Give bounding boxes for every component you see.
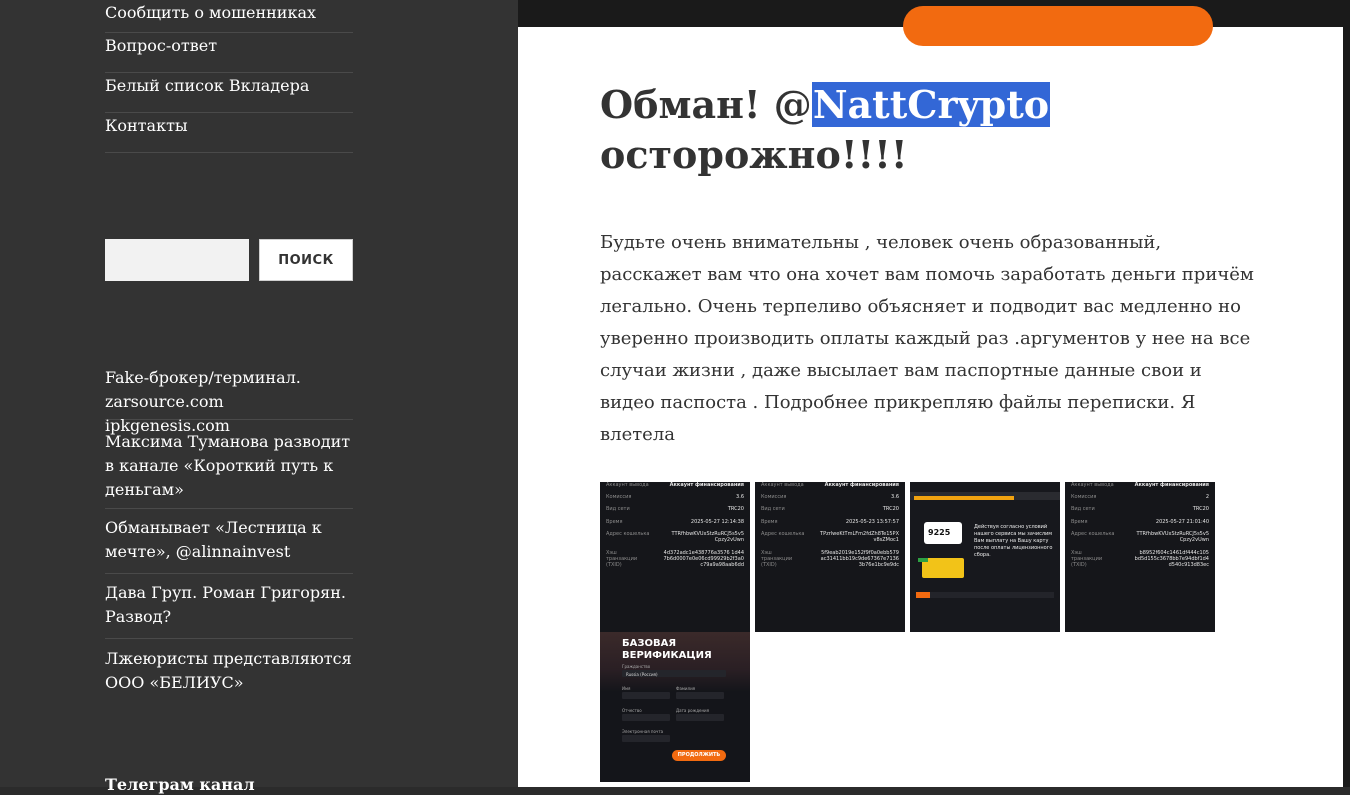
search-button[interactable]: ПОИСК: [259, 239, 353, 281]
receipt-label: Адрес кошелька: [606, 531, 650, 537]
birthdate-field: [676, 714, 724, 721]
receipt-value: TTRfhbwKVUxStzRuRCJ5s5v5 Cpzy2vUwn: [1136, 531, 1209, 543]
receipt-value: TRC20: [727, 506, 744, 512]
receipt-label: Время: [606, 519, 623, 525]
receipt-value: 5f9eab2019e152f9f0a0ebb579 ac31411bb19c9…: [820, 550, 899, 568]
payout-text: Действуя согласно условий нашего сервиса…: [974, 524, 1053, 558]
continue-button: ПРОДОЛЖИТЬ: [672, 750, 726, 761]
gallery-image-receipt-2[interactable]: Аккаунт вывода Аккаунт финансирования Ком…: [755, 482, 905, 632]
window-right-edge: [1343, 0, 1350, 787]
receipt-label: Время: [761, 519, 778, 525]
name-label: Имя: [622, 686, 631, 691]
receipt-value: b8952f604c1461df444c105 bd5d155c3678bb7e…: [1134, 550, 1209, 568]
receipt-label: Хэш транзакции (TXID): [606, 550, 638, 568]
search-input[interactable]: [105, 239, 249, 281]
sidebar: Сообщить о мошенниках Вопрос-ответ Белый…: [0, 0, 518, 794]
receipt-header-left: Аккаунт вывода: [606, 482, 649, 488]
menu-item-faq: Вопрос-ответ: [105, 33, 353, 73]
recent-post-item: Лжеюристы представляются ООО «БЕЛИУС»: [105, 639, 353, 703]
gallery-image-verification[interactable]: БАЗОВАЯ ВЕРИФИКАЦИЯ Гражданство Russia (…: [600, 632, 750, 782]
recent-post-item: Fake-брокер/терминал. zarsource.com ipkg…: [105, 366, 353, 435]
recent-post-link[interactable]: Максима Туманова разводит в канале «Коро…: [105, 420, 353, 502]
receipt-label: Адрес кошелька: [761, 531, 805, 537]
patronymic-field: [622, 714, 670, 721]
citizenship-value: Russia (Россия): [626, 672, 658, 677]
receipt-label: Комиссия: [606, 494, 632, 500]
warning-banner: [914, 496, 1014, 500]
menu-item-contacts: Контакты: [105, 113, 353, 153]
receipt-header-left: Аккаунт вывода: [761, 482, 804, 488]
telegram-widget-title: Телеграм канал: [105, 775, 255, 794]
recent-post-link[interactable]: Дава Груп. Роман Григорян. Развод?: [105, 574, 353, 629]
gallery-image-receipt-1[interactable]: Аккаунт вывода Аккаунт финансирования Ком…: [600, 482, 750, 632]
verification-title: БАЗОВАЯ ВЕРИФИКАЦИЯ: [622, 638, 712, 661]
receipt-label: Время: [1071, 519, 1088, 525]
sidebar-menu: Сообщить о мошенниках Вопрос-ответ Белый…: [105, 0, 353, 153]
recent-post-item: Дава Груп. Роман Григорян. Развод?: [105, 574, 353, 639]
article-title: Обман! @NattCrypto осторожно!!!!: [600, 80, 1200, 180]
birthdate-label: Дата рождения: [676, 708, 710, 713]
app-tab-active: [916, 592, 930, 598]
recent-post-link[interactable]: Обманывает «Лестница к мечте», @alinnain…: [105, 509, 353, 564]
surname-field: [676, 692, 724, 699]
recent-posts: Fake-брокер/терминал. zarsource.com ipkg…: [105, 366, 353, 703]
menu-link-report[interactable]: Сообщить о мошенниках: [105, 0, 353, 21]
receipt-label: Хэш транзакции (TXID): [1071, 550, 1103, 568]
receipt-value: TTRfhbwKVUxStzRuRCJ5s5v5 Cpzy2vUwn: [671, 531, 744, 543]
email-field: [622, 735, 670, 742]
menu-link-contacts[interactable]: Контакты: [105, 113, 353, 134]
menu-item-whitelist: Белый список Вкладера: [105, 73, 353, 113]
receipt-value: 2025-05-27 21:01:40: [1155, 519, 1209, 525]
receipt-label: Вид сети: [606, 506, 630, 512]
receipt-header-right: Аккаунт финансирования: [669, 482, 744, 488]
receipt-value: 3.6: [736, 494, 744, 500]
receipt-value: 3.6: [891, 494, 899, 500]
recent-post-item: Максима Туманова разводит в канале «Коро…: [105, 420, 353, 509]
gallery-image-card-payout[interactable]: 9225 Действуя согласно условий нашего се…: [910, 482, 1060, 632]
receipt-header-right: Аккаунт финансирования: [824, 482, 899, 488]
receipt-label: Хэш транзакции (TXID): [761, 550, 793, 568]
recent-post-item: Обманывает «Лестница к мечте», @alinnain…: [105, 509, 353, 574]
receipt-header-right: Аккаунт финансирования: [1134, 482, 1209, 488]
menu-link-whitelist[interactable]: Белый список Вкладера: [105, 73, 353, 94]
menu-item-report: Сообщить о мошенниках: [105, 0, 353, 33]
name-field: [622, 692, 670, 699]
app-tabs: [916, 592, 1054, 598]
title-selected-text: NattCrypto: [811, 82, 1051, 127]
title-suffix: осторожно!!!!: [600, 132, 908, 177]
surname-label: Фамилия: [676, 686, 696, 691]
citizenship-label: Гражданство: [622, 664, 651, 669]
receipt-value: 4d372adc1e438776a3576 1d44 7b6d0007e0e06…: [663, 550, 744, 568]
yellow-card-graphic: [922, 558, 964, 578]
receipt-header-left: Аккаунт вывода: [1071, 482, 1114, 488]
header-orange-shape: [903, 6, 1213, 46]
menu-link-faq[interactable]: Вопрос-ответ: [105, 33, 353, 54]
title-prefix: Обман! @: [600, 82, 812, 127]
card-value: 9225: [928, 528, 951, 537]
receipt-value: TRC20: [882, 506, 899, 512]
email-label: Электронная почта: [622, 729, 664, 734]
receipt-value: 2025-05-23 13:57:57: [845, 519, 899, 525]
receipt-value: 2025-05-27 12:14:38: [690, 519, 744, 525]
receipt-label: Вид сети: [1071, 506, 1095, 512]
article-body: Будьте очень внимательны , человек очень…: [600, 232, 1254, 445]
header-image: [518, 0, 1343, 46]
receipt-label: Комиссия: [761, 494, 787, 500]
receipt-value: TPzrlweKtTmLFm2fdZh8Te15PX v8sZMoc1: [820, 531, 899, 543]
gallery-image-receipt-3[interactable]: Аккаунт вывода Аккаунт финансирования Ком…: [1065, 482, 1215, 632]
receipt-value: TRC20: [1192, 506, 1209, 512]
receipt-label: Комиссия: [1071, 494, 1097, 500]
green-badge: [918, 558, 928, 562]
receipt-value: 2: [1205, 494, 1209, 500]
main-content: Обман! @NattCrypto осторожно!!!! Будьте о…: [518, 0, 1343, 787]
recent-post-link[interactable]: Лжеюристы представляются ООО «БЕЛИУС»: [105, 639, 353, 695]
patronymic-label: Отчество: [622, 708, 642, 713]
receipt-label: Вид сети: [761, 506, 785, 512]
receipt-label: Адрес кошелька: [1071, 531, 1115, 537]
